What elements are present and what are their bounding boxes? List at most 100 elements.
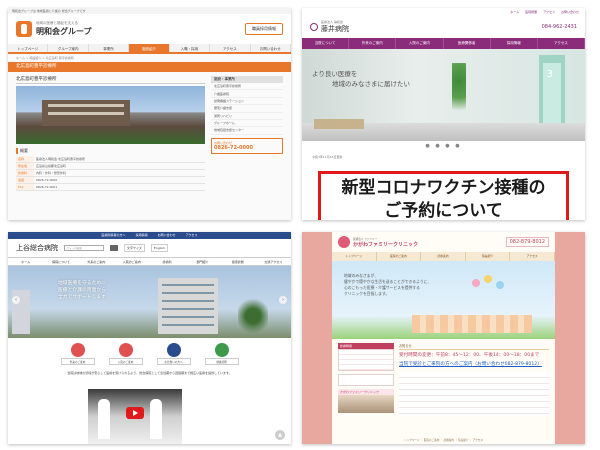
nav-item[interactable]: 部門紹介 (185, 258, 220, 265)
news-item[interactable]: 受付時間の変更：午前8：45～12：00、午後14：00～18：00まで (399, 352, 549, 359)
sidebar-item[interactable]: グループホーム (211, 120, 283, 128)
nav-item[interactable]: トップページ (332, 252, 377, 261)
news-date: 令和3年11月15日更新 (312, 155, 343, 159)
slider-dots[interactable]: ● ● ● ● (302, 141, 585, 151)
nav-item[interactable]: 病院について (43, 258, 78, 265)
nav-item-professionals[interactable]: 医療関係者 (444, 38, 491, 49)
top-link[interactable]: 医院概要 (525, 10, 537, 14)
top-link[interactable]: 医療関係者の方へ (102, 232, 126, 239)
top-link[interactable]: アクセス (543, 10, 555, 14)
sidebar-item[interactable]: 訪問看護ステーション (211, 98, 283, 106)
nav-item-offices[interactable]: 事業所 (89, 44, 130, 52)
scroll-top-icon[interactable]: ▲ (275, 430, 285, 440)
top-link[interactable]: アクセス (186, 232, 198, 239)
main-content: 北広島町豊平診療所 概要 名称 医療法人明和会 北広島町豊平診療所 所在地 広島県山… (16, 76, 205, 191)
logo-title: 明和会グループ (36, 27, 92, 36)
top-link[interactable]: ホーム (510, 10, 519, 14)
top-link[interactable]: お問い合わせ (158, 232, 176, 239)
nav-item[interactable]: 医院のご案内 (377, 252, 422, 261)
facility-photo (16, 86, 205, 144)
nav-item-access[interactable]: アクセス (210, 44, 251, 52)
hospital-emblem-icon (310, 23, 318, 31)
quick-link-inpatient[interactable]: 入院のご案内 (108, 343, 143, 365)
quick-link-outpatient[interactable]: 外来のご案内 (60, 343, 95, 365)
top-link[interactable]: 採用情報 (136, 232, 148, 239)
sidebar-item[interactable]: 介護医療院 (211, 90, 283, 98)
recruit-button[interactable]: 職員採用情報 (245, 23, 283, 35)
town-illustration (412, 315, 532, 333)
main-nav: 当院について 外来のご案内 入院のご案内 医療関係者 採用情報 アクセス (302, 38, 585, 49)
nav-item-recruit[interactable]: 採用情報 (491, 38, 538, 49)
next-arrow-icon[interactable]: › (279, 296, 287, 304)
sidebar-item[interactable]: 居宅介護支援 (211, 105, 283, 113)
footer-nav[interactable]: トップページ ｜ 医院のご案内 ｜ 診療案内 ｜ 院長紹介 ｜ アクセス (332, 438, 555, 442)
search-button[interactable] (110, 245, 118, 251)
quick-link-checkup[interactable]: 健康診断 (204, 343, 239, 365)
hospital-name[interactable]: 医療法人 静和会 藤井病院 (321, 20, 349, 34)
nav-item[interactable]: 院長紹介 (466, 252, 511, 261)
nav-item[interactable]: ホーム (8, 258, 43, 265)
hospital-name-sub: 医療法人 静和会 (321, 20, 343, 24)
nav-item-about[interactable]: 当院について (302, 38, 350, 49)
news-list (399, 372, 549, 416)
phone-number[interactable]: 084-962-2431 (542, 24, 577, 30)
quick-links: 外来のご案内 入院のご案内 お見舞いの方へ 健康診断 (8, 338, 291, 367)
site-logo[interactable]: 地域の医療と福祉を支える 明和会グループ (36, 21, 92, 37)
inpatient-icon (118, 343, 133, 357)
room-number: 3 (546, 69, 553, 80)
news-item-link[interactable]: 当院で受診とご来院の方へのご案内（お問い合わせ082-879-8012） (399, 361, 549, 368)
nav-item[interactable]: アクセス (510, 252, 555, 261)
checkup-icon (214, 343, 229, 357)
nav-item[interactable]: 健康診断 (220, 258, 255, 265)
search-input[interactable]: サイト内検索 (64, 245, 104, 251)
hospital-name[interactable]: 上谷総合病院 (16, 243, 58, 253)
nav-item-top[interactable]: トップページ (8, 44, 49, 52)
prev-arrow-icon[interactable]: ‹ (12, 296, 20, 304)
info-box[interactable] (338, 374, 394, 386)
font-size-button[interactable]: 文字サイズ (124, 244, 145, 252)
nav-item[interactable]: 外来のご案内 (79, 258, 114, 265)
news-column: お知らせ 受付時間の変更：午前8：45～12：00、午後14：00～18：00ま… (399, 343, 549, 416)
sidebar-item[interactable]: 地域包括支援センター (211, 127, 283, 135)
sidebar-item[interactable]: 通所リハビリ (211, 113, 283, 120)
main-nav: トップページ グループ案内 事業所 施設紹介 入職・採用 アクセス お問い合わせ (8, 44, 291, 54)
clinic-name-sub: 医療法人 ファミリー (353, 237, 378, 241)
left-column: 診療時間 かがわファミリークリニック (338, 343, 394, 416)
sidebar-item[interactable]: 北広島町豊平診療所 (211, 83, 283, 91)
english-button[interactable]: English (150, 244, 168, 252)
nav-item[interactable]: 診療案内 (421, 252, 466, 261)
quick-link-visitors[interactable]: お見舞いの方へ (156, 343, 191, 365)
nav-item-group[interactable]: グループ案内 (48, 44, 89, 52)
nav-item-contact[interactable]: お問い合わせ (251, 44, 291, 52)
contact-box[interactable]: お問い合わせ 0826-72-0000 (211, 137, 283, 154)
clinic-name[interactable]: 医療法人 ファミリー かがわファミリークリニック (353, 237, 418, 248)
news-title: お知らせ (399, 343, 549, 350)
site-header: 地域の医療と福祉を支える 明和会グループ 職員採用情報 (8, 14, 291, 44)
overview-heading: 概要 (16, 148, 205, 154)
hero-slider[interactable]: 3 より良い医療を 地域のみなさまに届けたい (302, 49, 585, 141)
play-icon[interactable] (126, 407, 144, 419)
logo-subtitle: 地域の医療と福祉を支える (36, 21, 78, 25)
intro-video[interactable] (88, 389, 182, 444)
table-row: 診療科 内科・外科・整形外科 (16, 169, 205, 177)
phone-number[interactable]: 082-879-8012 (505, 237, 549, 247)
hero-message: 地域のみなさまが、 健やかで穏やかな生活を送ることができるように、 心のこもった… (344, 273, 432, 296)
facility-info-table: 名称 医療法人明和会 北広島町豊平診療所 所在地 広島県山県郡北広島町 診療科 内科・… (16, 156, 205, 191)
nav-item[interactable]: 入院のご案内 (114, 258, 149, 265)
nav-item-access[interactable]: アクセス (538, 38, 585, 49)
hospital-name-text: 藤井病院 (321, 25, 349, 33)
clinic-logo-icon[interactable] (338, 236, 350, 248)
notice-line-1: 新型コロナワクチン接種の (341, 178, 546, 198)
nav-item-outpatient[interactable]: 外来のご案内 (349, 38, 397, 49)
table-row: FAX 0826-72-0001 (16, 183, 205, 191)
nav-item[interactable]: 交通アクセス (256, 258, 291, 265)
nav-item[interactable]: 診療科 (150, 258, 185, 265)
site-header: 医療法人 ファミリー かがわファミリークリニック 082-879-8012 (332, 232, 555, 252)
nav-item-facilities[interactable]: 施設紹介 (129, 44, 170, 52)
nav-item-inpatient[interactable]: 入院のご案内 (396, 38, 444, 49)
group-logo-icon[interactable] (16, 21, 32, 37)
contact-phone: 0826-72-0000 (214, 144, 253, 151)
vaccine-notice-banner[interactable]: 新型コロナワクチン接種の ご予約について (318, 171, 569, 220)
top-link[interactable]: お問い合わせ (561, 10, 579, 14)
nav-item-recruit[interactable]: 入職・採用 (170, 44, 211, 52)
